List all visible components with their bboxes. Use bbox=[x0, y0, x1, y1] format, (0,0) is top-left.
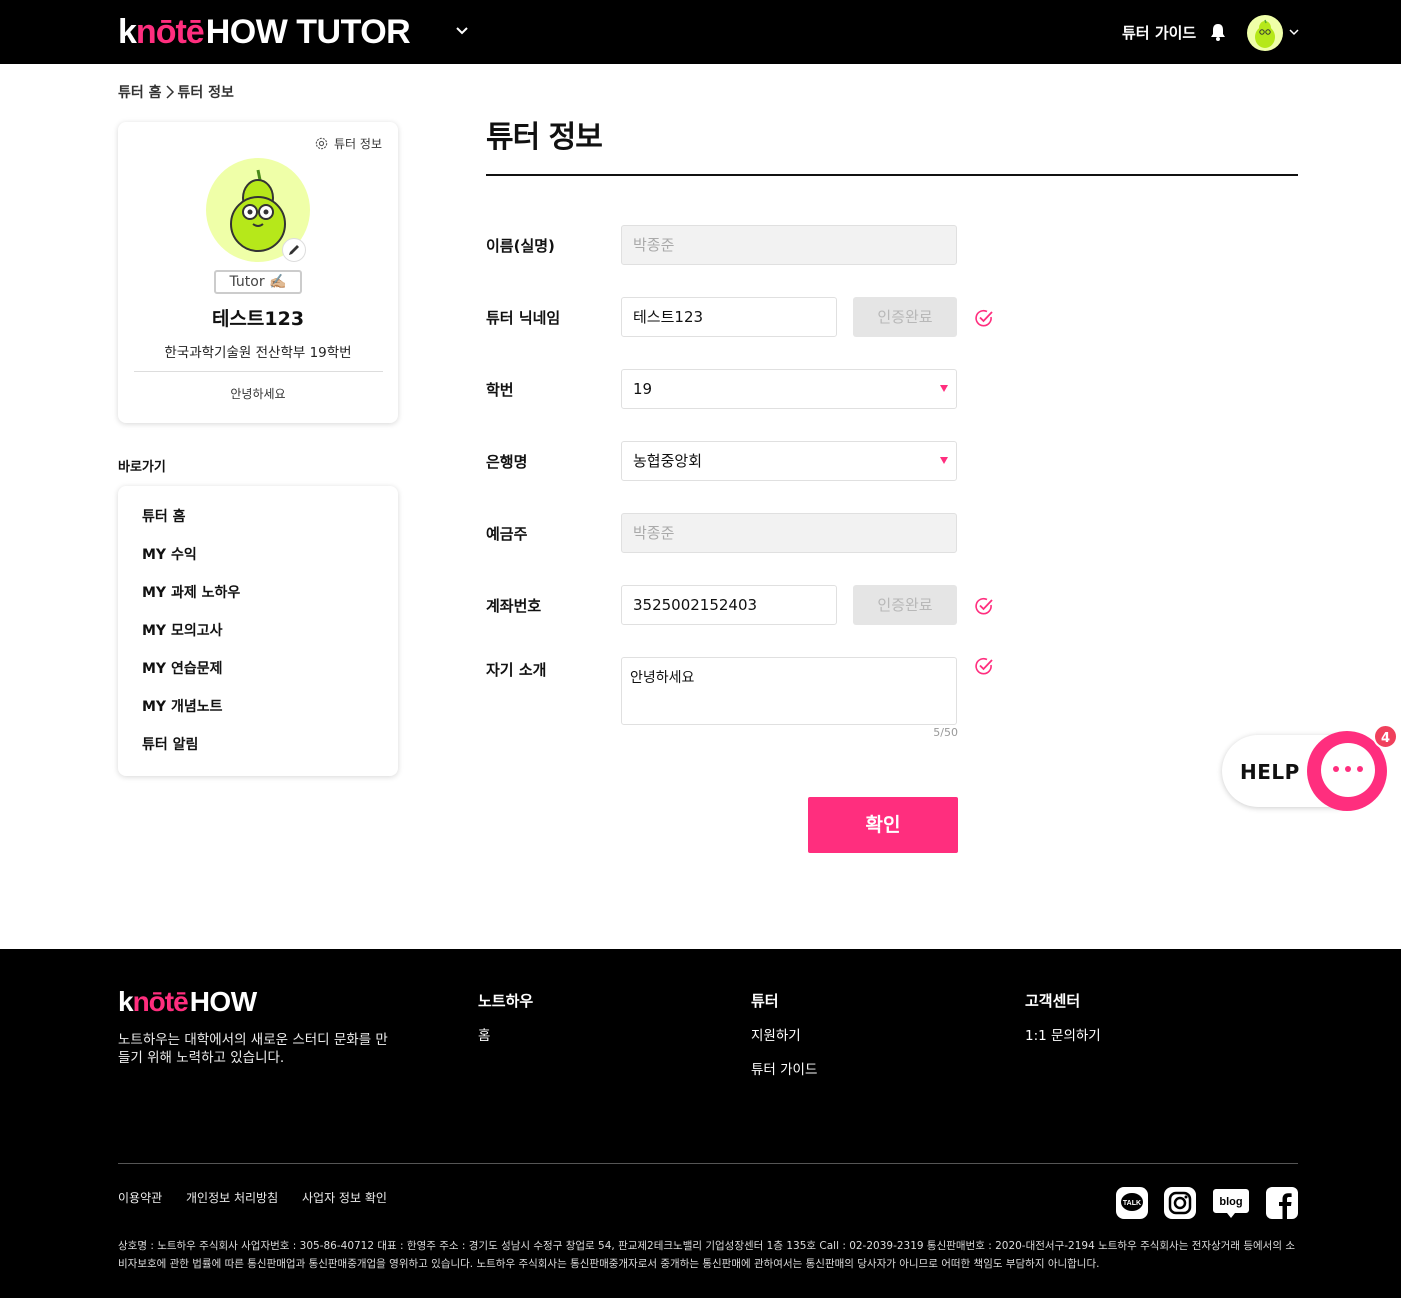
account-holder-label: 예금주 bbox=[486, 525, 528, 543]
shortcut-my-mock-exams[interactable]: MY 모의고사 bbox=[118, 621, 398, 659]
shortcut-my-concept-notes[interactable]: MY 개념노트 bbox=[118, 697, 398, 735]
edit-avatar-button[interactable] bbox=[282, 238, 306, 262]
tutor-intro: 안녕하세요 bbox=[230, 387, 286, 401]
student-year-label: 학번 bbox=[486, 381, 514, 399]
student-year-select[interactable]: 19 bbox=[621, 369, 957, 409]
shortcuts-menu: 튜터 홈 MY 수익 MY 과제 노하우 MY 모의고사 MY 연습문제 MY … bbox=[118, 486, 398, 776]
footer-link-apply[interactable]: 지원하기 bbox=[751, 1024, 801, 1044]
footer-business-info-link[interactable]: 사업자 정보 확인 bbox=[302, 1189, 387, 1206]
name-field: 박종준 bbox=[621, 225, 957, 265]
notification-badge: 4 bbox=[1373, 724, 1398, 749]
logo-k: k bbox=[118, 12, 137, 51]
chevron-down-icon[interactable] bbox=[1288, 27, 1300, 37]
svg-text:blog: blog bbox=[1219, 1196, 1242, 1208]
shortcut-tutor-notifications[interactable]: 튜터 알림 bbox=[118, 735, 398, 773]
account-number-label: 계좌번호 bbox=[486, 597, 542, 615]
pear-mascot-icon bbox=[1255, 19, 1275, 48]
logo-how: HOW bbox=[189, 986, 257, 1017]
footer-link-tutor-guide[interactable]: 튜터 가이드 bbox=[751, 1058, 817, 1078]
breadcrumb-current: 튜터 정보 bbox=[177, 85, 234, 101]
account-holder-field: 박종준 bbox=[621, 513, 957, 553]
chevron-right-icon bbox=[165, 85, 174, 99]
footer-divider bbox=[118, 1163, 1298, 1164]
title-divider bbox=[486, 174, 1298, 176]
bank-label: 은행명 bbox=[486, 453, 528, 471]
check-circle-icon bbox=[975, 657, 993, 675]
instagram-icon[interactable] bbox=[1164, 1187, 1196, 1219]
nickname-field[interactable]: 테스트123 bbox=[621, 297, 837, 337]
top-navigation-bar: k nōtē HOW TUTOR 튜터 가이드 bbox=[0, 0, 1401, 64]
logo-note: nōtē bbox=[132, 986, 189, 1017]
footer-description: 노트하우는 대학에서의 새로운 스터디 문화를 만들기 위해 노력하고 있습니다… bbox=[118, 1032, 388, 1066]
profile-settings-link[interactable]: 튜터 정보 bbox=[314, 135, 382, 152]
footer-col-notehow: 노트하우 bbox=[478, 992, 534, 1010]
footer-link-home[interactable]: 홈 bbox=[478, 1024, 490, 1044]
name-label: 이름(실명) bbox=[486, 237, 555, 255]
tutor-school: 한국과학기술원 전산학부 19학번 bbox=[164, 345, 352, 361]
self-intro-textarea[interactable]: 안녕하세요 bbox=[621, 657, 957, 725]
breadcrumb: 튜터 홈 튜터 정보 bbox=[118, 82, 234, 102]
shortcut-my-practice[interactable]: MY 연습문제 bbox=[118, 659, 398, 697]
kakao-talk-icon[interactable]: TALK bbox=[1116, 1187, 1148, 1219]
tutor-name: 테스트123 bbox=[211, 308, 305, 330]
help-label[interactable]: HELP bbox=[1240, 760, 1300, 784]
chevron-down-icon[interactable] bbox=[456, 26, 468, 36]
profile-card: 튜터 정보 Tutor ✍🏼 테스트123 한국과학기술원 전산학부 19학번 … bbox=[118, 122, 398, 423]
self-intro-label: 자기 소개 bbox=[486, 661, 547, 679]
check-circle-icon bbox=[975, 309, 993, 327]
footer-logo[interactable]: k nōtē HOW bbox=[118, 986, 257, 1018]
logo-k: k bbox=[118, 986, 134, 1017]
site-logo[interactable]: k nōtē HOW TUTOR bbox=[118, 12, 411, 52]
nickname-verify-button[interactable]: 인증완료 bbox=[853, 297, 957, 337]
student-year-value: 19 bbox=[633, 380, 653, 398]
avatar[interactable] bbox=[1247, 15, 1283, 51]
breadcrumb-home[interactable]: 튜터 홈 bbox=[118, 82, 162, 102]
char-counter: 5/50 bbox=[933, 726, 958, 739]
role-badge: Tutor ✍🏼 bbox=[214, 270, 302, 294]
account-verify-button[interactable]: 인증완료 bbox=[853, 585, 957, 625]
shortcut-tutor-home[interactable]: 튜터 홈 bbox=[118, 507, 398, 545]
caret-down-icon bbox=[940, 385, 948, 392]
confirm-button[interactable]: 확인 bbox=[808, 797, 958, 853]
nickname-label: 튜터 닉네임 bbox=[486, 309, 561, 327]
shortcuts-title: 바로가기 bbox=[118, 460, 166, 475]
facebook-icon[interactable] bbox=[1266, 1187, 1298, 1219]
page-title: 튜터 정보 bbox=[486, 120, 603, 155]
footer-privacy-link[interactable]: 개인정보 처리방침 bbox=[186, 1189, 278, 1206]
account-number-field[interactable]: 3525002152403 bbox=[621, 585, 837, 625]
footer-col-support: 고객센터 bbox=[1025, 992, 1081, 1010]
footer: k nōtē HOW 노트하우는 대학에서의 새로운 스터디 문화를 만들기 위… bbox=[0, 949, 1401, 1298]
logo-note: nōtē bbox=[135, 12, 205, 51]
profile-settings-label: 튜터 정보 bbox=[334, 137, 382, 151]
footer-legal-text: 상호명 : 노트하우 주식회사 사업자번호 : 305-86-40712 대표 … bbox=[118, 1240, 1295, 1270]
caret-down-icon bbox=[940, 457, 948, 464]
blog-icon[interactable]: blog bbox=[1212, 1187, 1250, 1219]
footer-terms-link[interactable]: 이용약관 bbox=[118, 1189, 162, 1206]
shortcut-my-earnings[interactable]: MY 수익 bbox=[118, 545, 398, 583]
bank-select[interactable]: 농협중앙회 bbox=[621, 441, 957, 481]
gear-icon bbox=[315, 137, 328, 150]
tutor-guide-link[interactable]: 튜터 가이드 bbox=[1122, 22, 1196, 43]
divider bbox=[134, 371, 383, 372]
bank-value: 농협중앙회 bbox=[633, 452, 703, 470]
shortcut-my-assignments[interactable]: MY 과제 노하우 bbox=[118, 583, 398, 621]
logo-how-tutor: HOW TUTOR bbox=[205, 12, 411, 51]
footer-link-inquiry[interactable]: 1:1 문의하기 bbox=[1025, 1024, 1101, 1044]
footer-col-tutor: 튜터 bbox=[751, 992, 779, 1010]
chat-bubble-icon bbox=[1321, 743, 1375, 797]
pencil-icon bbox=[289, 245, 299, 255]
bell-icon[interactable] bbox=[1208, 22, 1228, 42]
svg-text:TALK: TALK bbox=[1123, 1200, 1141, 1207]
check-circle-icon bbox=[975, 597, 993, 615]
